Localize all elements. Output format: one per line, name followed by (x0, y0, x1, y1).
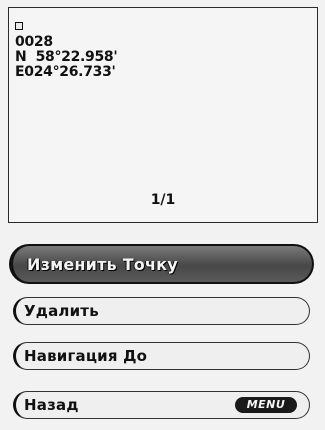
waypoint-info-panel: 0028 N 58°22.958' E024°26.733' 1/1 (8, 7, 318, 223)
back-button[interactable]: Назад MENU (13, 391, 310, 419)
back-label: Назад (24, 396, 79, 414)
navigate-to-label: Навигация До (24, 347, 148, 365)
delete-button[interactable]: Удалить (13, 297, 310, 325)
page-indicator: 1/1 (150, 192, 176, 208)
edit-waypoint-label: Изменить Точку (27, 254, 178, 274)
waypoint-latitude: N 58°22.958' (15, 49, 118, 65)
menu-key-badge: MENU (235, 397, 297, 413)
waypoint-name: 0028 (15, 34, 53, 50)
waypoint-options-screen: 0028 N 58°22.958' E024°26.733' 1/1 Измен… (0, 0, 325, 430)
edit-waypoint-button[interactable]: Изменить Точку (9, 244, 314, 284)
waypoint-longitude: E024°26.733' (15, 64, 116, 80)
waypoint-flag-icon (15, 22, 23, 30)
navigate-to-button[interactable]: Навигация До (13, 342, 310, 370)
delete-label: Удалить (24, 302, 99, 320)
